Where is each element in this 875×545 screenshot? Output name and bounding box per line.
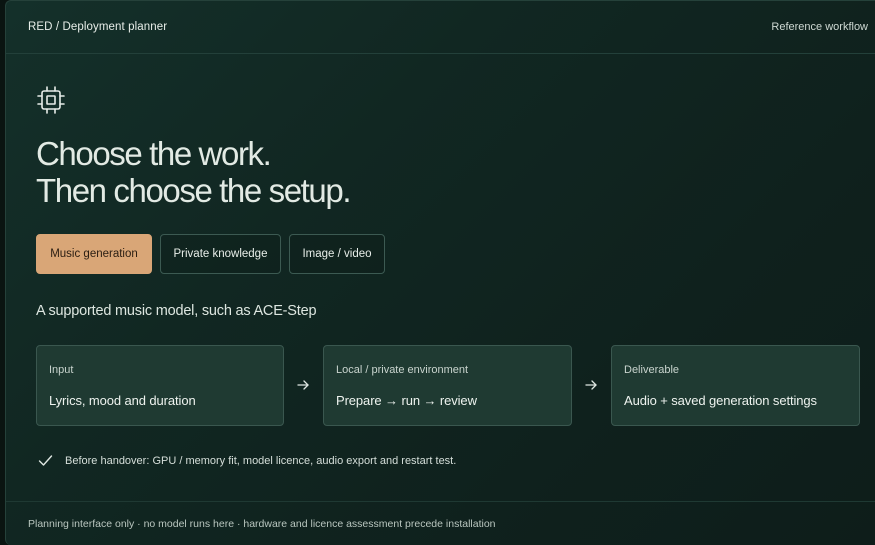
step-card-environment: Local / private environment Prepare → ru… [323,345,572,426]
step-label: Deliverable [624,364,680,376]
workflow-steps: Input Lyrics, mood and duration Local / … [36,345,860,426]
work-type-tabs: Music generation Private knowledge Image… [36,234,385,274]
tab-image-video[interactable]: Image / video [289,234,385,274]
app-window: RED / Deployment planner Reference workf… [5,0,875,545]
page-headline: Choose the work. Then choose the setup. [36,135,352,209]
arrow-right-icon [585,380,597,390]
headline-line-2: Then choose the setup. [36,172,352,209]
checklist-text: Before handover: GPU / memory fit, model… [65,454,457,467]
headline-line-1: Choose the work. [36,135,272,172]
reference-workflow-link[interactable]: Reference workflow [771,21,868,33]
step-card-input: Input Lyrics, mood and duration [36,345,284,426]
step-label: Input [49,364,74,376]
top-bar: RED / Deployment planner Reference workf… [6,1,875,54]
footer-disclaimer: Planning interface only · no model runs … [28,518,496,530]
step-label: Local / private environment [336,364,469,376]
handover-checklist: Before handover: GPU / memory fit, model… [38,453,456,468]
tab-private-knowledge[interactable]: Private knowledge [160,234,281,274]
arrow-right-icon [297,380,309,390]
step-card-deliverable: Deliverable Audio + saved generation set… [611,345,860,426]
step-value: Audio + saved generation settings [624,393,817,408]
step-value: Lyrics, mood and duration [49,393,196,408]
brand-title: RED / Deployment planner [28,21,168,33]
checkmark-icon [38,455,53,466]
model-description: A supported music model, such as ACE-Ste… [36,303,317,319]
footer-bar: Planning interface only · no model runs … [6,501,875,545]
cpu-chip-icon [37,86,65,114]
tab-music-generation[interactable]: Music generation [36,234,152,274]
step-value: Prepare → run → review [336,393,477,408]
